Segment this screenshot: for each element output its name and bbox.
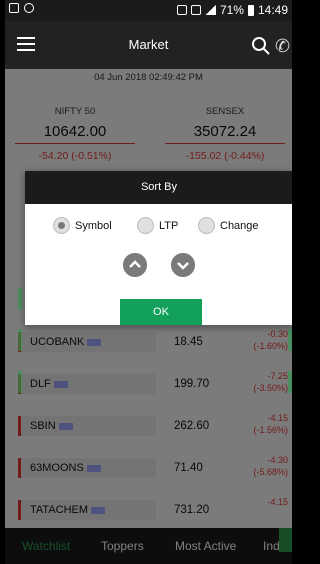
radio-unselected-icon[interactable] [198,217,215,234]
battery-icon [247,4,254,16]
row-marker [288,371,292,393]
row-marker [288,329,292,351]
radio-selected-icon[interactable] [53,217,70,234]
sync-icon [24,3,34,13]
clock: 14:49 [257,3,288,17]
search-icon[interactable] [251,36,271,56]
app-screen: 71% 14:49 Market ✆ 04 Jun 2018 02:49:42 … [5,0,292,564]
sort-descending-icon[interactable] [171,253,195,277]
screenshot-icon [9,3,19,13]
radio-unselected-icon[interactable] [137,217,154,234]
data-icon [190,5,201,15]
app-bar: Market ✆ [5,21,292,69]
status-left [9,3,34,13]
signal-icon [204,5,216,15]
row-marker [18,329,22,351]
status-right: 71% 14:49 [176,3,288,17]
row-marker [18,288,22,310]
notification-icon [176,5,187,15]
sort-options: Symbol LTP Change [25,217,292,237]
sort-dialog: Sort By Symbol LTP Change OK [25,171,292,325]
sort-option-label: Change [220,219,259,232]
phone-icon[interactable]: ✆ [275,36,292,56]
row-marker [18,371,22,393]
menu-icon[interactable] [17,37,35,51]
dialog-title: Sort By [25,171,292,204]
sort-option-ltp[interactable]: LTP [137,217,178,234]
sort-option-label: Symbol [75,219,112,232]
sort-option-symbol[interactable]: Symbol [53,217,112,234]
battery-percent: 71% [219,3,244,17]
status-bar: 71% 14:49 [5,0,292,21]
sort-option-change[interactable]: Change [198,217,259,234]
sort-option-label: LTP [159,219,179,232]
sort-ascending-icon[interactable] [123,253,147,277]
page-title: Market [128,37,169,52]
ok-button[interactable]: OK [120,299,202,325]
